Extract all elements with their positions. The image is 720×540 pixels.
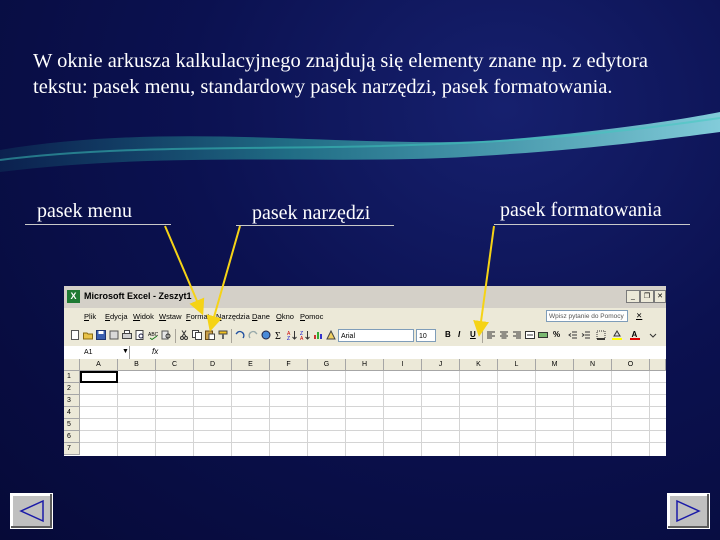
arrow-to-toolbar xyxy=(206,225,241,332)
next-slide-button[interactable] xyxy=(667,493,710,529)
previous-slide-button[interactable] xyxy=(10,493,53,529)
arrow-to-formatting-bar xyxy=(473,225,495,337)
triangle-left-icon xyxy=(19,499,44,523)
triangle-right-icon xyxy=(676,499,701,523)
pointer-lines xyxy=(164,225,495,337)
arrow-to-menu-bar xyxy=(164,225,205,316)
